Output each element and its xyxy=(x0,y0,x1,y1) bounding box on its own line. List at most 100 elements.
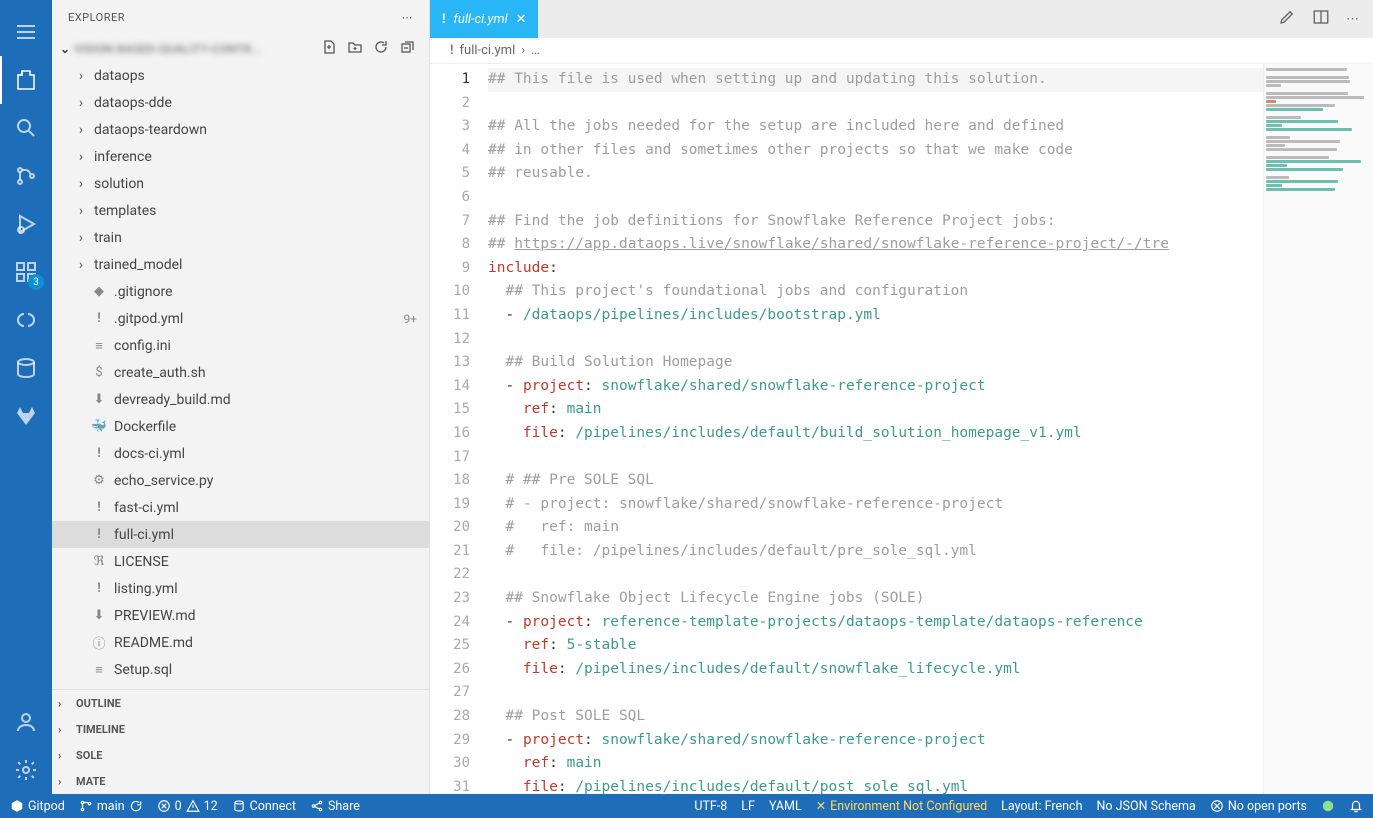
file-label: LICENSE xyxy=(114,554,429,570)
refresh-icon[interactable] xyxy=(373,39,389,58)
folder-label: train xyxy=(94,230,429,246)
sidebar-section[interactable]: › OUTLINE xyxy=(52,690,429,716)
folder-item[interactable]: › solution xyxy=(52,170,429,197)
status-lang[interactable]: YAML xyxy=(769,799,802,814)
explorer-tab[interactable] xyxy=(0,56,52,104)
folder-item[interactable]: ›templates xyxy=(52,197,429,224)
settings-button[interactable] xyxy=(0,746,52,794)
database-tab[interactable] xyxy=(0,344,52,392)
file-icon: ◆ xyxy=(90,284,108,299)
folder-item[interactable]: ›inference xyxy=(52,143,429,170)
editor-tab-full-ci[interactable]: ! full-ci.yml ✕ xyxy=(430,0,538,38)
account-button[interactable] xyxy=(0,698,52,746)
file-icon: ℜ xyxy=(90,554,108,569)
folder-label: dataops xyxy=(94,68,429,84)
breadcrumb[interactable]: ! full-ci.yml › … xyxy=(430,38,1373,64)
folder-label: inference xyxy=(94,149,429,165)
file-item[interactable]: ⬇devready_build.md xyxy=(52,386,429,413)
chevron-right-icon: › xyxy=(74,176,88,192)
status-schema[interactable]: No JSON Schema xyxy=(1097,799,1196,814)
file-icon: ≡ xyxy=(90,662,108,678)
file-item[interactable]: !docs-ci.yml xyxy=(52,440,429,467)
status-eol[interactable]: LF xyxy=(741,799,755,814)
file-item[interactable]: ⚙echo_service.py xyxy=(52,467,429,494)
minimap[interactable] xyxy=(1263,64,1373,794)
menu-button[interactable] xyxy=(0,8,52,56)
file-item[interactable]: ℜ LICENSE xyxy=(52,548,429,575)
chevron-right-icon: › xyxy=(74,95,88,111)
file-icon: ⬇ xyxy=(90,392,108,407)
chevron-right-icon: › xyxy=(74,68,88,84)
chevron-right-icon: › xyxy=(58,697,72,710)
chevron-right-icon: › xyxy=(58,775,72,788)
file-icon: ! xyxy=(90,581,108,596)
gitlab-tab[interactable] xyxy=(0,392,52,440)
status-gitpod[interactable]: Gitpod xyxy=(10,799,65,814)
sidebar-section[interactable]: › SOLE xyxy=(52,742,429,768)
folder-label: trained_model xyxy=(94,257,429,273)
folder-item[interactable]: ›dataops-dde xyxy=(52,89,429,116)
folder-item[interactable]: ›trained_model xyxy=(52,251,429,278)
section-label: OUTLINE xyxy=(76,697,121,710)
source-control-tab[interactable] xyxy=(0,152,52,200)
status-layout[interactable]: Layout: French xyxy=(1001,799,1082,814)
new-file-icon[interactable] xyxy=(321,39,337,58)
file-item[interactable]: ≡config.ini xyxy=(52,332,429,359)
file-item[interactable]: $create_auth.sh xyxy=(52,359,429,386)
status-ports[interactable]: No open ports xyxy=(1210,799,1307,814)
split-editor-icon[interactable] xyxy=(1312,8,1330,30)
file-item[interactable]: !full-ci.yml xyxy=(52,521,429,548)
editor-more-icon[interactable]: ⋯ xyxy=(1346,12,1359,27)
section-label: SOLE xyxy=(76,749,103,762)
status-bell-icon[interactable] xyxy=(1349,799,1363,813)
file-label: .gitpod.yml xyxy=(114,311,397,327)
workspace-root[interactable]: ⌄ VISION-BASED-QUALITY-CONTR... xyxy=(52,35,429,62)
tab-label: full-ci.yml xyxy=(454,12,508,27)
search-tab[interactable] xyxy=(0,104,52,152)
folder-label: solution xyxy=(94,176,429,192)
breadcrumb-file: full-ci.yml xyxy=(460,43,516,58)
file-item[interactable]: ⓘREADME.md xyxy=(52,629,429,656)
status-problems[interactable]: 0 12 xyxy=(157,799,218,814)
sidebar-section[interactable]: ›TIMELINE xyxy=(52,716,429,742)
extensions-badge: 3 xyxy=(28,274,44,290)
run-debug-tab[interactable] xyxy=(0,200,52,248)
folder-item[interactable]: ›train xyxy=(52,224,429,251)
file-item[interactable]: ⬇PREVIEW.md xyxy=(52,602,429,629)
file-label: fast-ci.yml xyxy=(114,500,429,516)
status-environment[interactable]: ✕ Environment Not Configured xyxy=(816,798,987,814)
new-folder-icon[interactable] xyxy=(347,39,363,58)
sync-icon[interactable] xyxy=(129,799,143,813)
file-item[interactable]: ! listing.yml xyxy=(52,575,429,602)
line-gutter: 1234567891011121314151617181920212223242… xyxy=(430,64,488,794)
file-icon: ! xyxy=(90,500,108,515)
folder-item[interactable]: ›dataops-teardown xyxy=(52,116,429,143)
file-icon: ! xyxy=(90,527,108,542)
file-item[interactable]: ! fast-ci.yml xyxy=(52,494,429,521)
file-item[interactable]: ≡Setup.sql xyxy=(52,656,429,683)
edit-icon[interactable] xyxy=(1278,8,1296,30)
extensions-tab[interactable]: 3 xyxy=(0,248,52,296)
file-item[interactable]: 🐳Dockerfile xyxy=(52,413,429,440)
file-item[interactable]: !.gitpod.yml9+ xyxy=(52,305,429,332)
file-item[interactable]: ◆.gitignore xyxy=(52,278,429,305)
chevron-right-icon: › xyxy=(521,43,525,58)
code-editor[interactable]: ## This file is used when setting up and… xyxy=(488,64,1263,794)
sidebar-more-icon[interactable]: ⋯ xyxy=(402,11,414,24)
status-connect[interactable]: Connect xyxy=(232,799,296,814)
sidebar-section[interactable]: ›MATE xyxy=(52,768,429,794)
close-tab-icon[interactable]: ✕ xyxy=(516,12,527,27)
section-label: TIMELINE xyxy=(76,723,125,736)
folder-label: templates xyxy=(94,203,429,219)
folder-item[interactable]: › dataops xyxy=(52,62,429,89)
status-feedback-icon[interactable] xyxy=(1321,799,1335,813)
collapse-all-icon[interactable] xyxy=(399,39,415,58)
status-branch[interactable]: main xyxy=(79,799,143,814)
activity-bar: 3 xyxy=(0,0,52,794)
status-encoding[interactable]: UTF-8 xyxy=(694,799,727,814)
chevron-right-icon: › xyxy=(58,749,72,762)
status-share[interactable]: Share xyxy=(310,799,360,814)
yaml-icon: ! xyxy=(442,12,446,27)
file-label: listing.yml xyxy=(114,581,429,597)
link-tab[interactable] xyxy=(0,296,52,344)
